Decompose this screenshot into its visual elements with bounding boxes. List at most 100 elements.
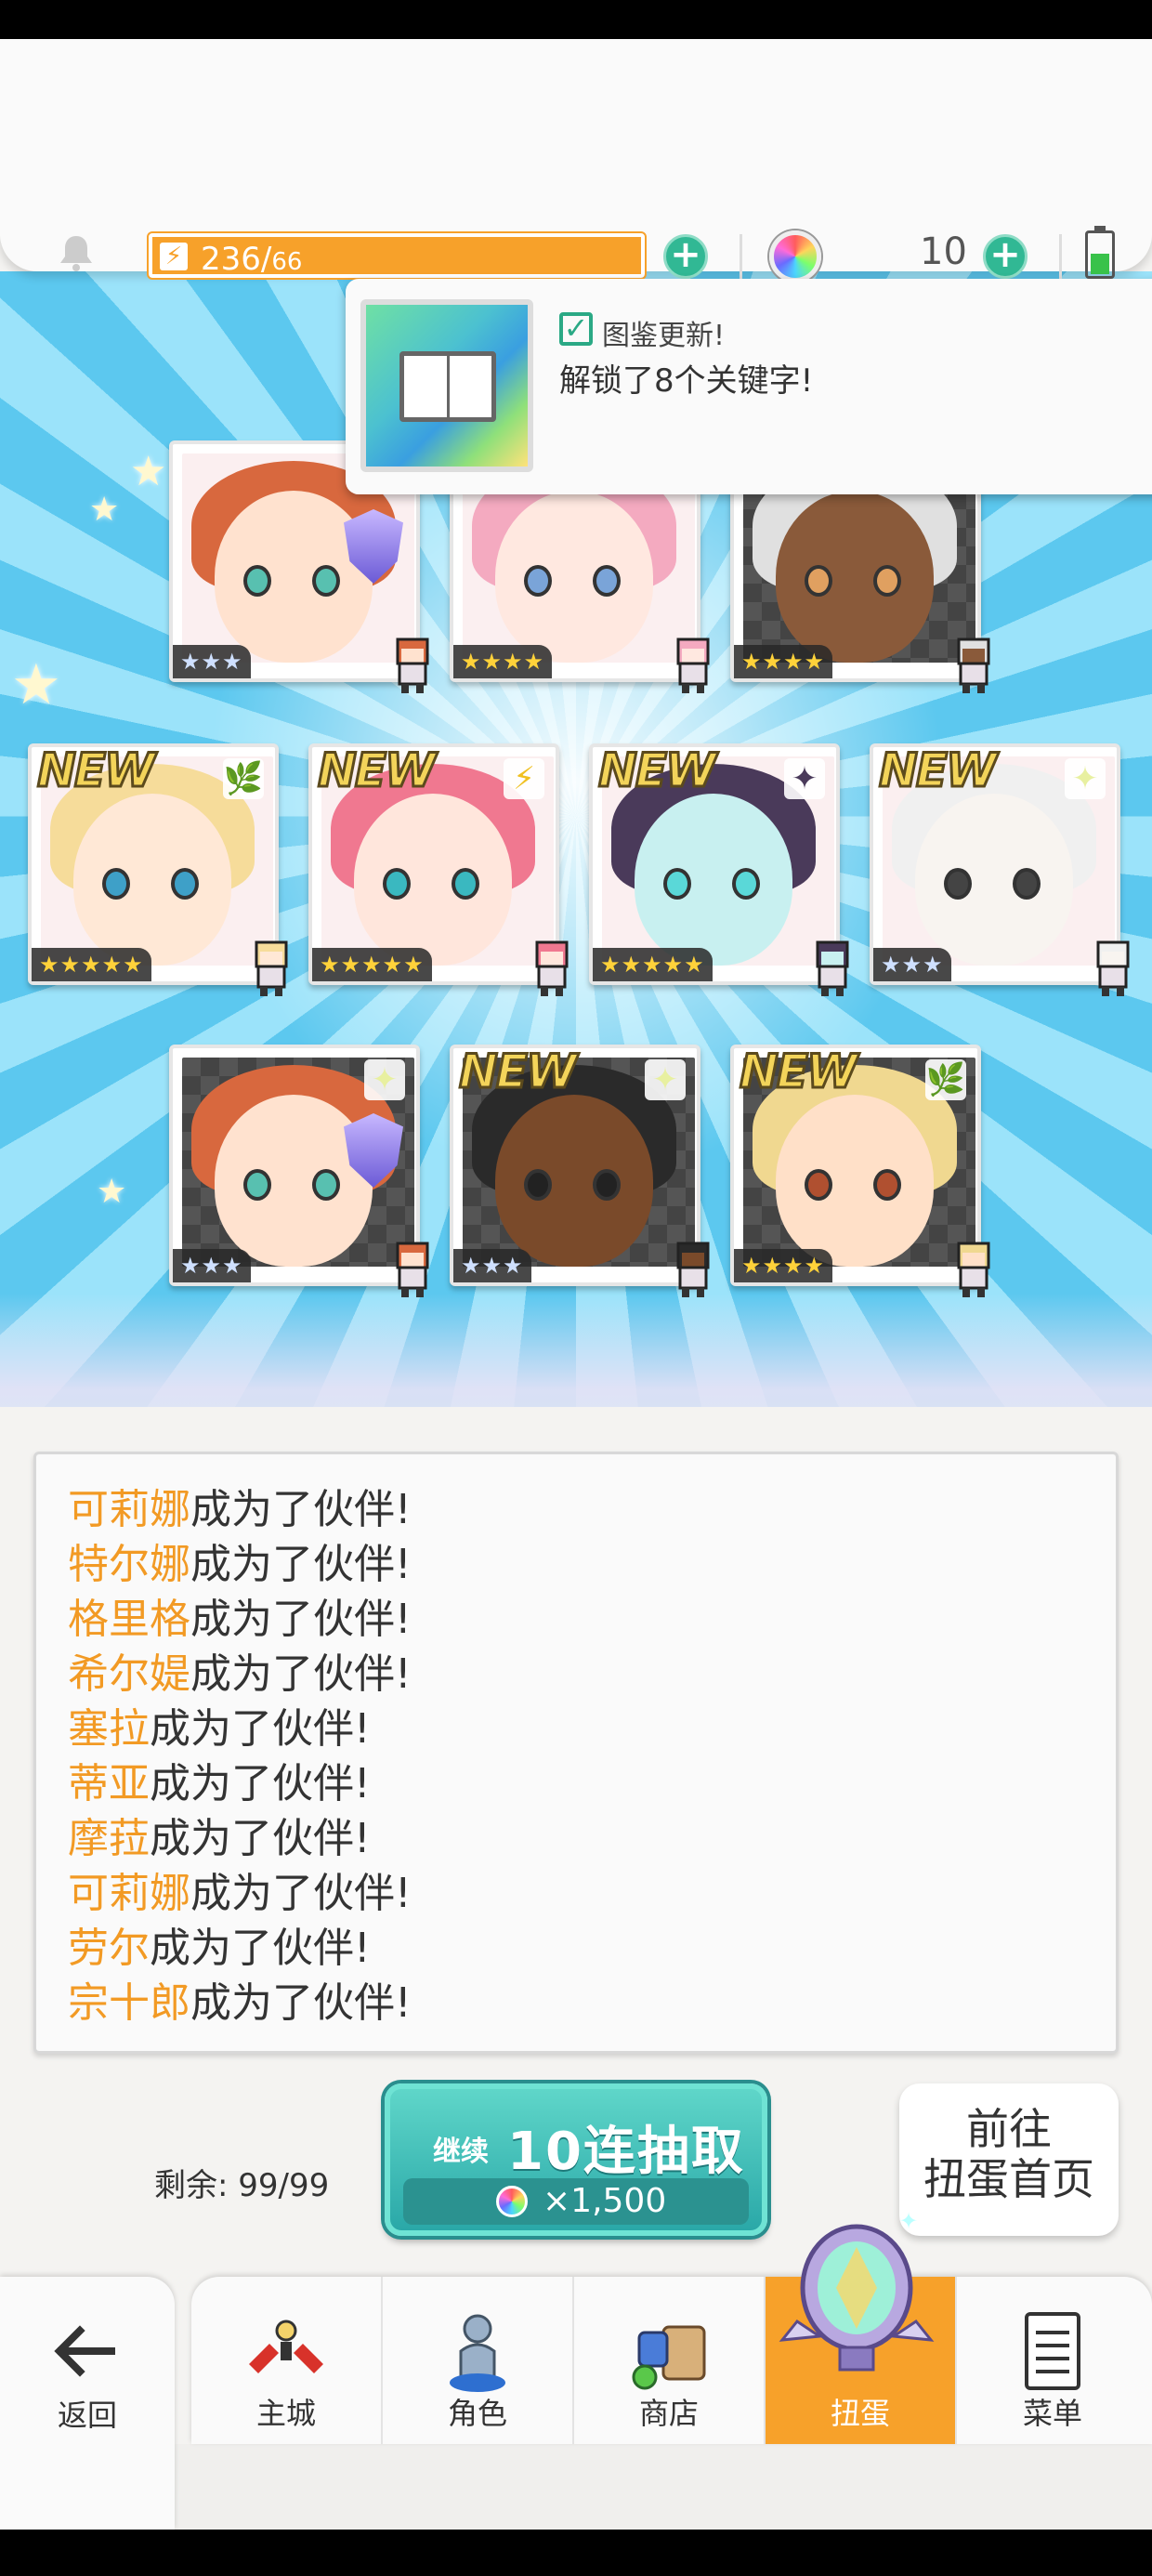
new-badge: NEW [877, 743, 998, 799]
dark-star-icon: ✦ [784, 758, 825, 799]
log-entry: 劳尔成为了伙伴! [68, 1921, 1090, 1976]
new-badge: NEW [457, 1044, 578, 1100]
log-entry: 宗十郎成为了伙伴! [68, 1976, 1090, 2031]
log-suffix: 成为了伙伴! [190, 1650, 412, 1698]
log-suffix: 成为了伙伴! [150, 1815, 371, 1862]
pull-cost-bar: ×1,500 [403, 2178, 749, 2225]
light-star-icon: ✦ [1065, 758, 1106, 799]
log-entry: 蒂亚成为了伙伴! [68, 1756, 1090, 1811]
battery-icon [1085, 226, 1115, 279]
eye-shape [873, 565, 901, 597]
pixel-sprite-icon [957, 1242, 990, 1297]
pixel-sprite-icon [396, 1242, 429, 1297]
face-shape [495, 1095, 653, 1267]
log-suffix: 成为了伙伴! [190, 1486, 412, 1533]
leaf-icon: 🌿 [925, 1059, 966, 1100]
pull-prefix: 继续 [433, 2136, 489, 2168]
new-badge: NEW [738, 1044, 858, 1100]
face-shape [776, 491, 934, 663]
nav-tab-shop[interactable]: 商店 [574, 2277, 766, 2444]
character-card[interactable]: NEW ✦ ★★★ [870, 743, 1130, 996]
rarity-stars: ★★★★ [453, 645, 553, 678]
eye-shape [593, 565, 621, 597]
rarity-stars: ★★★ [873, 948, 951, 981]
log-entry: 塞拉成为了伙伴! [68, 1702, 1090, 1756]
pixel-sprite-icon [676, 637, 710, 693]
rarity-stars: ★★★★★ [32, 948, 151, 981]
pixel-sprite-icon [255, 940, 288, 996]
pixel-sprite-icon [957, 637, 990, 693]
nav-label: 角色 [447, 2396, 507, 2431]
pull-label: 10连抽取 [507, 2122, 745, 2182]
character-name: 可莉娜 [68, 1486, 190, 1533]
rainbow-gem-icon [496, 2186, 528, 2217]
log-list: 可莉娜成为了伙伴! 特尔娜成为了伙伴! 格里格成为了伙伴! 希尔媞成为了伙伴! 塞拉成为… [68, 1482, 1090, 2031]
new-badge: NEW [596, 743, 717, 799]
eye-shape [383, 868, 411, 900]
pixel-sprite-icon [396, 637, 429, 693]
log-entry: 可莉娜成为了伙伴! [68, 1866, 1090, 1921]
rarity-stars: ★★★ [173, 645, 251, 678]
nav-label: 扭蛋 [830, 2396, 890, 2431]
log-entry: 摩菈成为了伙伴! [68, 1811, 1090, 1866]
castle-icon [249, 2320, 323, 2373]
character-card[interactable]: ✦ ★★★ [169, 1045, 429, 1297]
back-button[interactable]: 返回 [0, 2277, 175, 2530]
rarity-stars: ★★★★★ [593, 948, 713, 981]
nav-label: 菜单 [1022, 2396, 1082, 2431]
character-card[interactable]: NEW ⚡ ★★★★★ [308, 743, 569, 996]
add-gems-button[interactable]: + [983, 234, 1028, 279]
rarity-stars: ★★★★ [734, 1249, 833, 1282]
top-resource-bar: ⚡ 236/66 + 10 + [0, 39, 1152, 283]
notification-bell-icon[interactable] [54, 230, 98, 275]
eye-shape [663, 868, 691, 900]
divider [740, 234, 742, 279]
pixel-sprite-icon [535, 940, 569, 996]
nav-label: 商店 [638, 2396, 699, 2431]
eye-shape [805, 1169, 832, 1201]
character-name: 希尔媞 [68, 1650, 190, 1698]
eye-shape [593, 1169, 621, 1201]
open-book-shape [399, 351, 496, 422]
log-entry: 希尔媞成为了伙伴! [68, 1647, 1090, 1702]
collection-update-toast[interactable]: ✓ 图鉴更新! 解锁了8个关键字! [346, 279, 1152, 494]
eye-shape [1013, 868, 1041, 900]
nav-tab-castle[interactable]: 主城 [191, 2277, 383, 2444]
character-card[interactable]: NEW 🌿 ★★★★★ [28, 743, 288, 996]
character-card[interactable]: NEW ✦ ★★★ [450, 1044, 710, 1297]
character-card[interactable]: NEW ✦ ★★★★★ [589, 743, 849, 996]
nav-tab-character[interactable]: 角色 [383, 2277, 574, 2444]
eye-shape [312, 1169, 340, 1201]
acquisition-log[interactable]: 可莉娜成为了伙伴! 特尔娜成为了伙伴! 格里格成为了伙伴! 希尔媞成为了伙伴! 塞拉成为… [33, 1452, 1119, 2054]
nav-tab-menu[interactable]: 菜单 [957, 2277, 1148, 2444]
new-badge: NEW [316, 743, 437, 799]
shop-icon [632, 2325, 706, 2390]
eye-shape [243, 565, 271, 597]
divider [1059, 234, 1062, 279]
system-status-bar [0, 0, 1152, 39]
face-shape [215, 491, 373, 663]
gacha-mirror-icon: ✦ [779, 2210, 935, 2372]
lightning-icon: ⚡ [160, 243, 188, 270]
add-stamina-button[interactable]: + [663, 234, 708, 279]
log-suffix: 成为了伙伴! [190, 1596, 412, 1643]
log-entry: 特尔娜成为了伙伴! [68, 1537, 1090, 1592]
eye-shape [805, 565, 832, 597]
character-card[interactable]: NEW 🌿 ★★★★ [730, 1044, 990, 1297]
stamina-value: 236/66 [201, 241, 303, 278]
face-shape [776, 1095, 934, 1267]
pull-cost: ×1,500 [543, 2182, 667, 2220]
pixel-sprite-icon [676, 1242, 710, 1297]
gem-count: 10 [920, 230, 967, 273]
ten-pull-button[interactable]: 继续 10连抽取 ×1,500 [385, 2083, 767, 2236]
face-shape [354, 794, 512, 966]
character-name: 格里格 [68, 1596, 190, 1643]
character-name: 宗十郎 [68, 1979, 190, 2027]
goto-label: 前往 扭蛋首页 [923, 2104, 1094, 2204]
character-name: 摩菈 [68, 1815, 150, 1862]
eye-shape [452, 868, 479, 900]
new-badge: NEW [35, 743, 156, 799]
eye-shape [312, 565, 340, 597]
menu-icon [1025, 2312, 1080, 2390]
stamina-bar: ⚡ 236/66 [147, 231, 647, 280]
